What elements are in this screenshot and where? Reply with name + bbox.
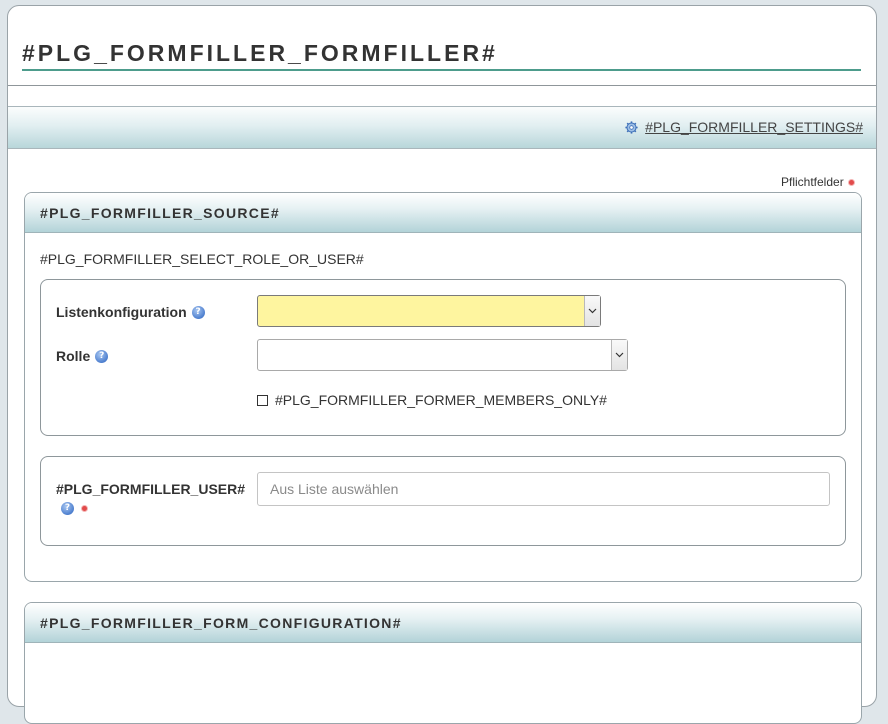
gear-icon <box>625 120 638 134</box>
user-label-text: #PLG_FORMFILLER_USER# <box>56 481 246 497</box>
chevron-down-icon[interactable] <box>611 340 627 370</box>
former-members-label: #PLG_FORMFILLER_FORMER_MEMBERS_ONLY# <box>275 392 607 408</box>
list-config-label: Listenkonfiguration ? <box>56 304 205 320</box>
main-card: #PLG_FORMFILLER_FORMFILLER# #PLG_FORMFIL… <box>7 5 877 724</box>
user-label-icons: ? <box>61 502 87 515</box>
help-icon[interactable]: ? <box>61 502 74 515</box>
settings-link-label: #PLG_FORMFILLER_SETTINGS# <box>645 119 863 135</box>
user-label: #PLG_FORMFILLER_USER# <box>56 481 245 497</box>
role-label: Rolle ? <box>56 348 109 364</box>
settings-bar: #PLG_FORMFILLER_SETTINGS# <box>8 106 876 149</box>
form-config-panel: #PLG_FORMFILLER_FORM_CONFIGURATION# <box>24 602 862 724</box>
source-description: #PLG_FORMFILLER_SELECT_ROLE_OR_USER# <box>40 251 364 267</box>
user-group: #PLG_FORMFILLER_USER# ? <box>40 456 846 546</box>
help-icon[interactable]: ? <box>191 305 205 319</box>
former-members-checkbox[interactable] <box>257 394 268 406</box>
help-icon[interactable]: ? <box>95 349 109 363</box>
required-note-label: Pflichtfelder <box>781 175 844 189</box>
role-select[interactable] <box>257 339 628 371</box>
source-panel-title: #PLG_FORMFILLER_SOURCE# <box>25 193 861 233</box>
chevron-down-icon[interactable] <box>584 296 600 326</box>
list-config-select[interactable] <box>257 295 601 327</box>
required-dot-icon <box>848 179 854 185</box>
former-members-option[interactable]: #PLG_FORMFILLER_FORMER_MEMBERS_ONLY# <box>257 392 607 408</box>
required-dot-icon <box>82 506 87 511</box>
required-note: Pflichtfelder <box>781 175 854 189</box>
divider <box>8 85 876 86</box>
role-group: Listenkonfiguration ? Rolle ? #PLG_FORMF… <box>40 279 846 436</box>
page-title: #PLG_FORMFILLER_FORMFILLER# <box>22 38 861 71</box>
user-search-input[interactable] <box>257 472 830 506</box>
settings-link[interactable]: #PLG_FORMFILLER_SETTINGS# <box>625 119 863 135</box>
list-config-label-text: Listenkonfiguration <box>56 304 187 320</box>
source-panel: #PLG_FORMFILLER_SOURCE# #PLG_FORMFILLER_… <box>24 192 862 582</box>
role-label-text: Rolle <box>56 348 91 364</box>
form-config-panel-title: #PLG_FORMFILLER_FORM_CONFIGURATION# <box>25 603 861 643</box>
